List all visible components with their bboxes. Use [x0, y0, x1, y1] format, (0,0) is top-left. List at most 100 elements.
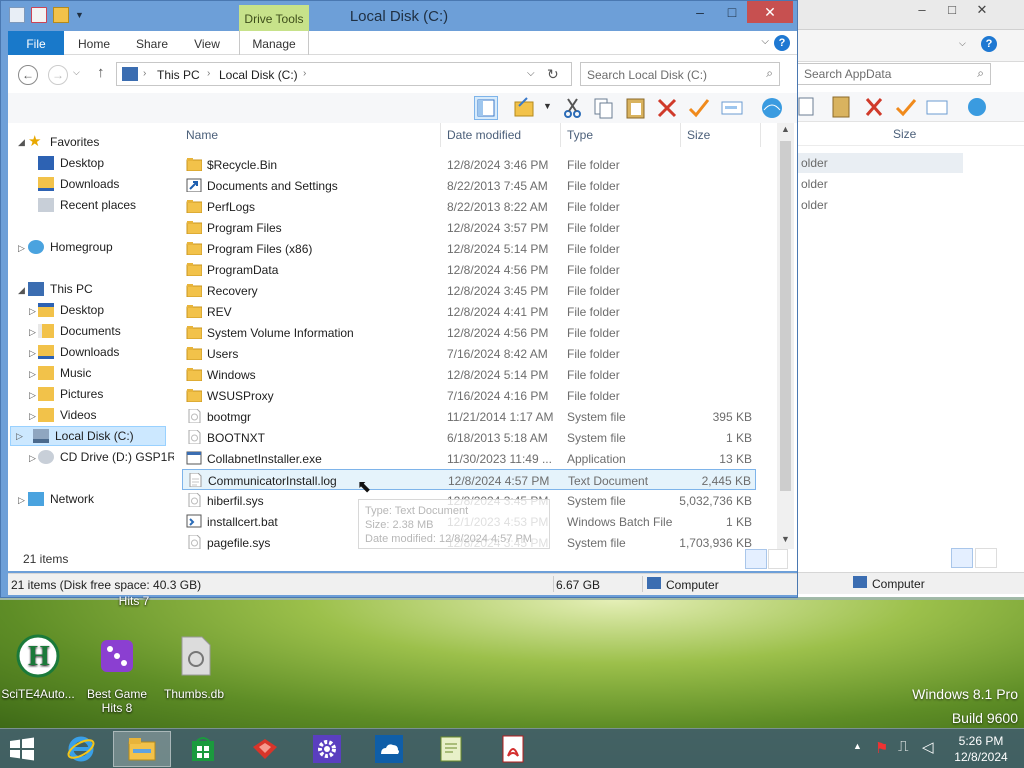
minimize-button[interactable]: –	[685, 1, 715, 23]
column-separator[interactable]	[440, 123, 441, 147]
column-header-name[interactable]: Name	[186, 128, 218, 142]
rename-button[interactable]	[720, 96, 744, 120]
expand-arrow-icon[interactable]: ▷	[29, 411, 36, 422]
shell-button[interactable]	[760, 96, 784, 120]
tab-view[interactable]: View	[184, 31, 230, 55]
table-row[interactable]: BOOTNXT 6/18/2013 5:18 AM System file 1 KB	[182, 427, 756, 448]
layout-pane-button[interactable]	[474, 96, 498, 120]
table-row[interactable]: System Volume Information 12/8/2024 4:56 …	[182, 322, 756, 343]
column-separator[interactable]	[760, 123, 761, 147]
nav-this-pc[interactable]: This PC	[28, 279, 93, 299]
scrollbar-thumb[interactable]	[780, 141, 791, 491]
column-header-date[interactable]: Date modified	[447, 128, 521, 142]
forward-button[interactable]: →	[48, 65, 68, 85]
tray-flag-icon[interactable]: ⚑	[875, 739, 888, 757]
bg-column-header[interactable]: Size	[793, 122, 1024, 146]
tab-manage[interactable]: Manage	[239, 31, 309, 55]
bg-maximize-button[interactable]: □	[939, 2, 965, 22]
bg-list-item[interactable]: older	[797, 195, 963, 215]
nav-pc-desktop[interactable]: Desktop	[38, 300, 104, 320]
table-row[interactable]: WSUSProxy 7/16/2024 4:16 PM File folder	[182, 385, 756, 406]
taskbar-notepad-plus[interactable]	[422, 731, 480, 767]
column-header-size[interactable]: Size	[687, 128, 710, 142]
bg-list-item[interactable]: older	[797, 153, 963, 173]
up-button[interactable]: ↑	[97, 64, 105, 81]
breadcrumb-separator-icon[interactable]: ›	[303, 68, 306, 79]
tray-volume-icon[interactable]: ◁	[922, 738, 934, 756]
desktop-icon-scite[interactable]: H SciTE4Auto...	[0, 634, 76, 701]
table-row[interactable]: Recovery 12/8/2024 3:45 PM File folder	[182, 280, 756, 301]
delete-button[interactable]	[655, 96, 679, 120]
help-icon[interactable]: ?	[774, 35, 790, 51]
table-row[interactable]: CommunicatorInstall.log 12/8/2024 4:57 PM…	[182, 469, 756, 490]
nav-pc-cd-drive[interactable]: CD Drive (D:) GSP1R	[38, 447, 176, 467]
collapse-arrow-icon[interactable]: ◢	[18, 137, 25, 148]
tab-file[interactable]: File	[8, 31, 64, 55]
nav-fav-desktop[interactable]: Desktop	[38, 153, 104, 173]
bg-help-icon[interactable]: ?	[981, 36, 997, 52]
table-row[interactable]: Users 7/16/2024 8:42 AM File folder	[182, 343, 756, 364]
refresh-icon[interactable]: ↻	[547, 66, 559, 83]
nav-pc-documents[interactable]: Documents	[38, 321, 121, 341]
bg-details-view-button[interactable]	[951, 548, 973, 568]
nav-fav-downloads[interactable]: Downloads	[38, 174, 119, 194]
table-row[interactable]: $Recycle.Bin 12/8/2024 3:46 PM File folder	[182, 154, 756, 175]
large-icons-view-button[interactable]	[768, 549, 788, 569]
nav-pc-music[interactable]: Music	[38, 363, 91, 383]
ribbon-expand-icon[interactable]: ⌵	[761, 36, 769, 47]
breadcrumb-local-disk[interactable]: Local Disk (C:)	[219, 68, 298, 82]
scroll-up-icon[interactable]: ▲	[781, 124, 790, 134]
nav-pc-videos[interactable]: Videos	[38, 405, 96, 425]
back-button[interactable]: ←	[18, 65, 38, 85]
desktop-icon-thumbs-db[interactable]: Thumbs.db	[156, 634, 232, 701]
nav-pc-pictures[interactable]: Pictures	[38, 384, 103, 404]
paste-button[interactable]	[624, 96, 648, 120]
table-row[interactable]: Documents and Settings 8/22/2013 7:45 AM F…	[182, 175, 756, 196]
address-bar[interactable]: › This PC › Local Disk (C:) › ⌵ ↻	[116, 62, 572, 86]
explorer-window[interactable]: ▼ Drive Tools Local Disk (C:) – □ ✕ File…	[0, 0, 798, 598]
background-explorer-window[interactable]: – □ ✕ ⌵ ? Search AppData ⌕ Size older ol…	[792, 0, 1024, 597]
taskbar-onedrive[interactable]	[360, 731, 418, 767]
bg-minimize-button[interactable]: –	[909, 2, 935, 22]
table-row[interactable]: CollabnetInstaller.exe 11/30/2023 11:49 .…	[182, 448, 756, 469]
details-view-button[interactable]	[745, 549, 767, 569]
copy-button[interactable]	[592, 96, 616, 120]
expand-arrow-icon[interactable]: ▷	[29, 306, 36, 317]
table-row[interactable]: Program Files 12/8/2024 3:57 PM File folde…	[182, 217, 756, 238]
expand-arrow-icon[interactable]: ▷	[29, 369, 36, 380]
bg-search-input[interactable]: Search AppData ⌕	[797, 63, 991, 85]
nav-pc-downloads[interactable]: Downloads	[38, 342, 119, 362]
bg-ribbon-expand-icon[interactable]: ⌵	[959, 38, 966, 49]
taskbar-store[interactable]	[174, 731, 232, 767]
breadcrumb-separator-icon[interactable]: ›	[207, 68, 210, 79]
vertical-scrollbar[interactable]: ▲ ▼	[777, 123, 794, 549]
expand-arrow-icon[interactable]: ▷	[18, 243, 25, 254]
start-button[interactable]	[0, 731, 46, 767]
column-separator[interactable]	[680, 123, 681, 147]
search-input[interactable]: Search Local Disk (C:) ⌕	[580, 62, 780, 86]
expand-arrow-icon[interactable]: ▷	[29, 348, 36, 359]
title-bar[interactable]: ▼ Drive Tools Local Disk (C:) – □ ✕	[1, 1, 797, 33]
expand-arrow-icon[interactable]: ▷	[18, 495, 25, 506]
nav-network[interactable]: Network	[28, 489, 94, 509]
column-separator[interactable]	[560, 123, 561, 147]
apply-button[interactable]	[687, 96, 711, 120]
collapse-arrow-icon[interactable]: ◢	[18, 285, 25, 296]
close-button[interactable]: ✕	[747, 1, 793, 23]
address-dropdown-icon[interactable]: ⌵	[527, 68, 535, 79]
expand-arrow-icon[interactable]: ▷	[29, 327, 36, 338]
nav-favorites[interactable]: ★ Favorites	[28, 132, 99, 152]
taskbar-settings[interactable]	[298, 731, 356, 767]
table-row[interactable]: Program Files (x86) 12/8/2024 5:14 PM File…	[182, 238, 756, 259]
taskbar-file-explorer[interactable]	[113, 731, 171, 767]
nav-pc-local-disk[interactable]: ▷ Local Disk (C:)	[10, 426, 166, 446]
table-row[interactable]: ProgramData 12/8/2024 4:56 PM File folder	[182, 259, 756, 280]
taskbar-internet-explorer[interactable]	[52, 731, 110, 767]
bg-list-item[interactable]: older	[797, 174, 963, 194]
nav-fav-recent-places[interactable]: Recent places	[38, 195, 136, 215]
maximize-button[interactable]: □	[717, 1, 747, 23]
tray-network-icon[interactable]: ⎍	[898, 738, 909, 755]
taskbar-acrobat[interactable]	[484, 731, 542, 767]
tray-show-hidden-icon[interactable]: ▲	[853, 741, 862, 751]
open-folder-dropdown-icon[interactable]: ▼	[543, 101, 552, 111]
